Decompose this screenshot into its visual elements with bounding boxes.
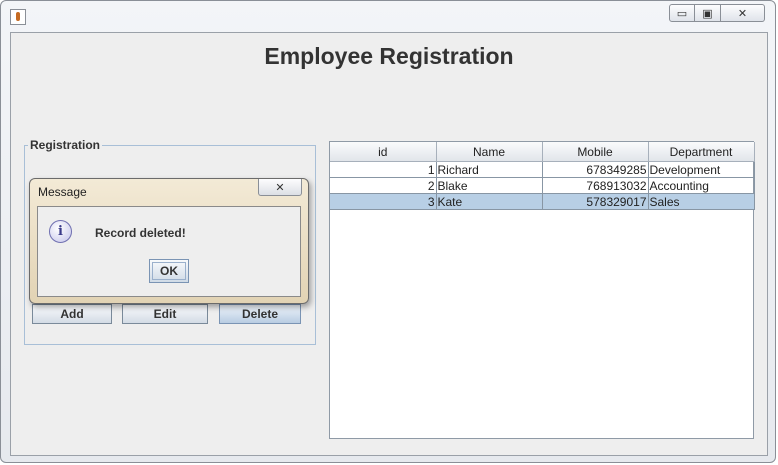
column-header-department[interactable]: Department — [648, 142, 755, 162]
cell-mobile: 678349285 — [542, 161, 649, 178]
message-dialog: Message ✕ i Record deleted! OK — [29, 178, 309, 304]
dialog-close-button[interactable]: ✕ — [258, 179, 302, 196]
cell-department: Development — [648, 161, 755, 178]
cell-department: Sales — [648, 193, 755, 210]
employee-table[interactable]: id Name Mobile Department 1 Richard 6783… — [329, 141, 755, 439]
add-button[interactable]: Add — [32, 304, 112, 324]
java-app-icon — [10, 9, 26, 25]
cell-name: Blake — [436, 177, 543, 194]
table-header-row: id Name Mobile Department — [330, 142, 755, 162]
window-controls: ▭ ▣ ✕ — [669, 4, 765, 22]
info-icon: i — [49, 220, 72, 243]
table-row[interactable]: 2 Blake 768913032 Accounting — [330, 177, 755, 194]
registration-legend: Registration — [28, 138, 103, 152]
column-header-id[interactable]: id — [330, 142, 437, 162]
page-title: Employee Registration — [264, 43, 514, 69]
cell-id: 3 — [330, 193, 437, 210]
table-row[interactable]: 1 Richard 678349285 Development — [330, 161, 755, 178]
delete-button[interactable]: Delete — [219, 304, 301, 324]
cell-id: 2 — [330, 177, 437, 194]
close-button[interactable]: ✕ — [721, 4, 765, 22]
cell-department: Accounting — [648, 177, 755, 194]
edit-button[interactable]: Edit — [122, 304, 208, 324]
cell-mobile: 768913032 — [542, 177, 649, 194]
title-bar: ▭ ▣ ✕ — [1, 1, 775, 31]
column-header-mobile[interactable]: Mobile — [542, 142, 649, 162]
column-header-name[interactable]: Name — [436, 142, 543, 162]
cell-mobile: 578329017 — [542, 193, 649, 210]
cell-id: 1 — [330, 161, 437, 178]
table-row-selected[interactable]: 3 Kate 578329017 Sales — [330, 193, 755, 210]
cell-name: Kate — [436, 193, 543, 210]
minimize-button[interactable]: ▭ — [669, 4, 695, 22]
app-window: ▭ ▣ ✕ Employee Registration Registration… — [0, 0, 776, 463]
ok-button[interactable]: OK — [149, 259, 189, 283]
cell-name: Richard — [436, 161, 543, 178]
maximize-button[interactable]: ▣ — [695, 4, 721, 22]
dialog-content: i Record deleted! OK — [37, 206, 301, 297]
dialog-title: Message — [38, 185, 87, 199]
dialog-message: Record deleted! — [95, 226, 186, 240]
